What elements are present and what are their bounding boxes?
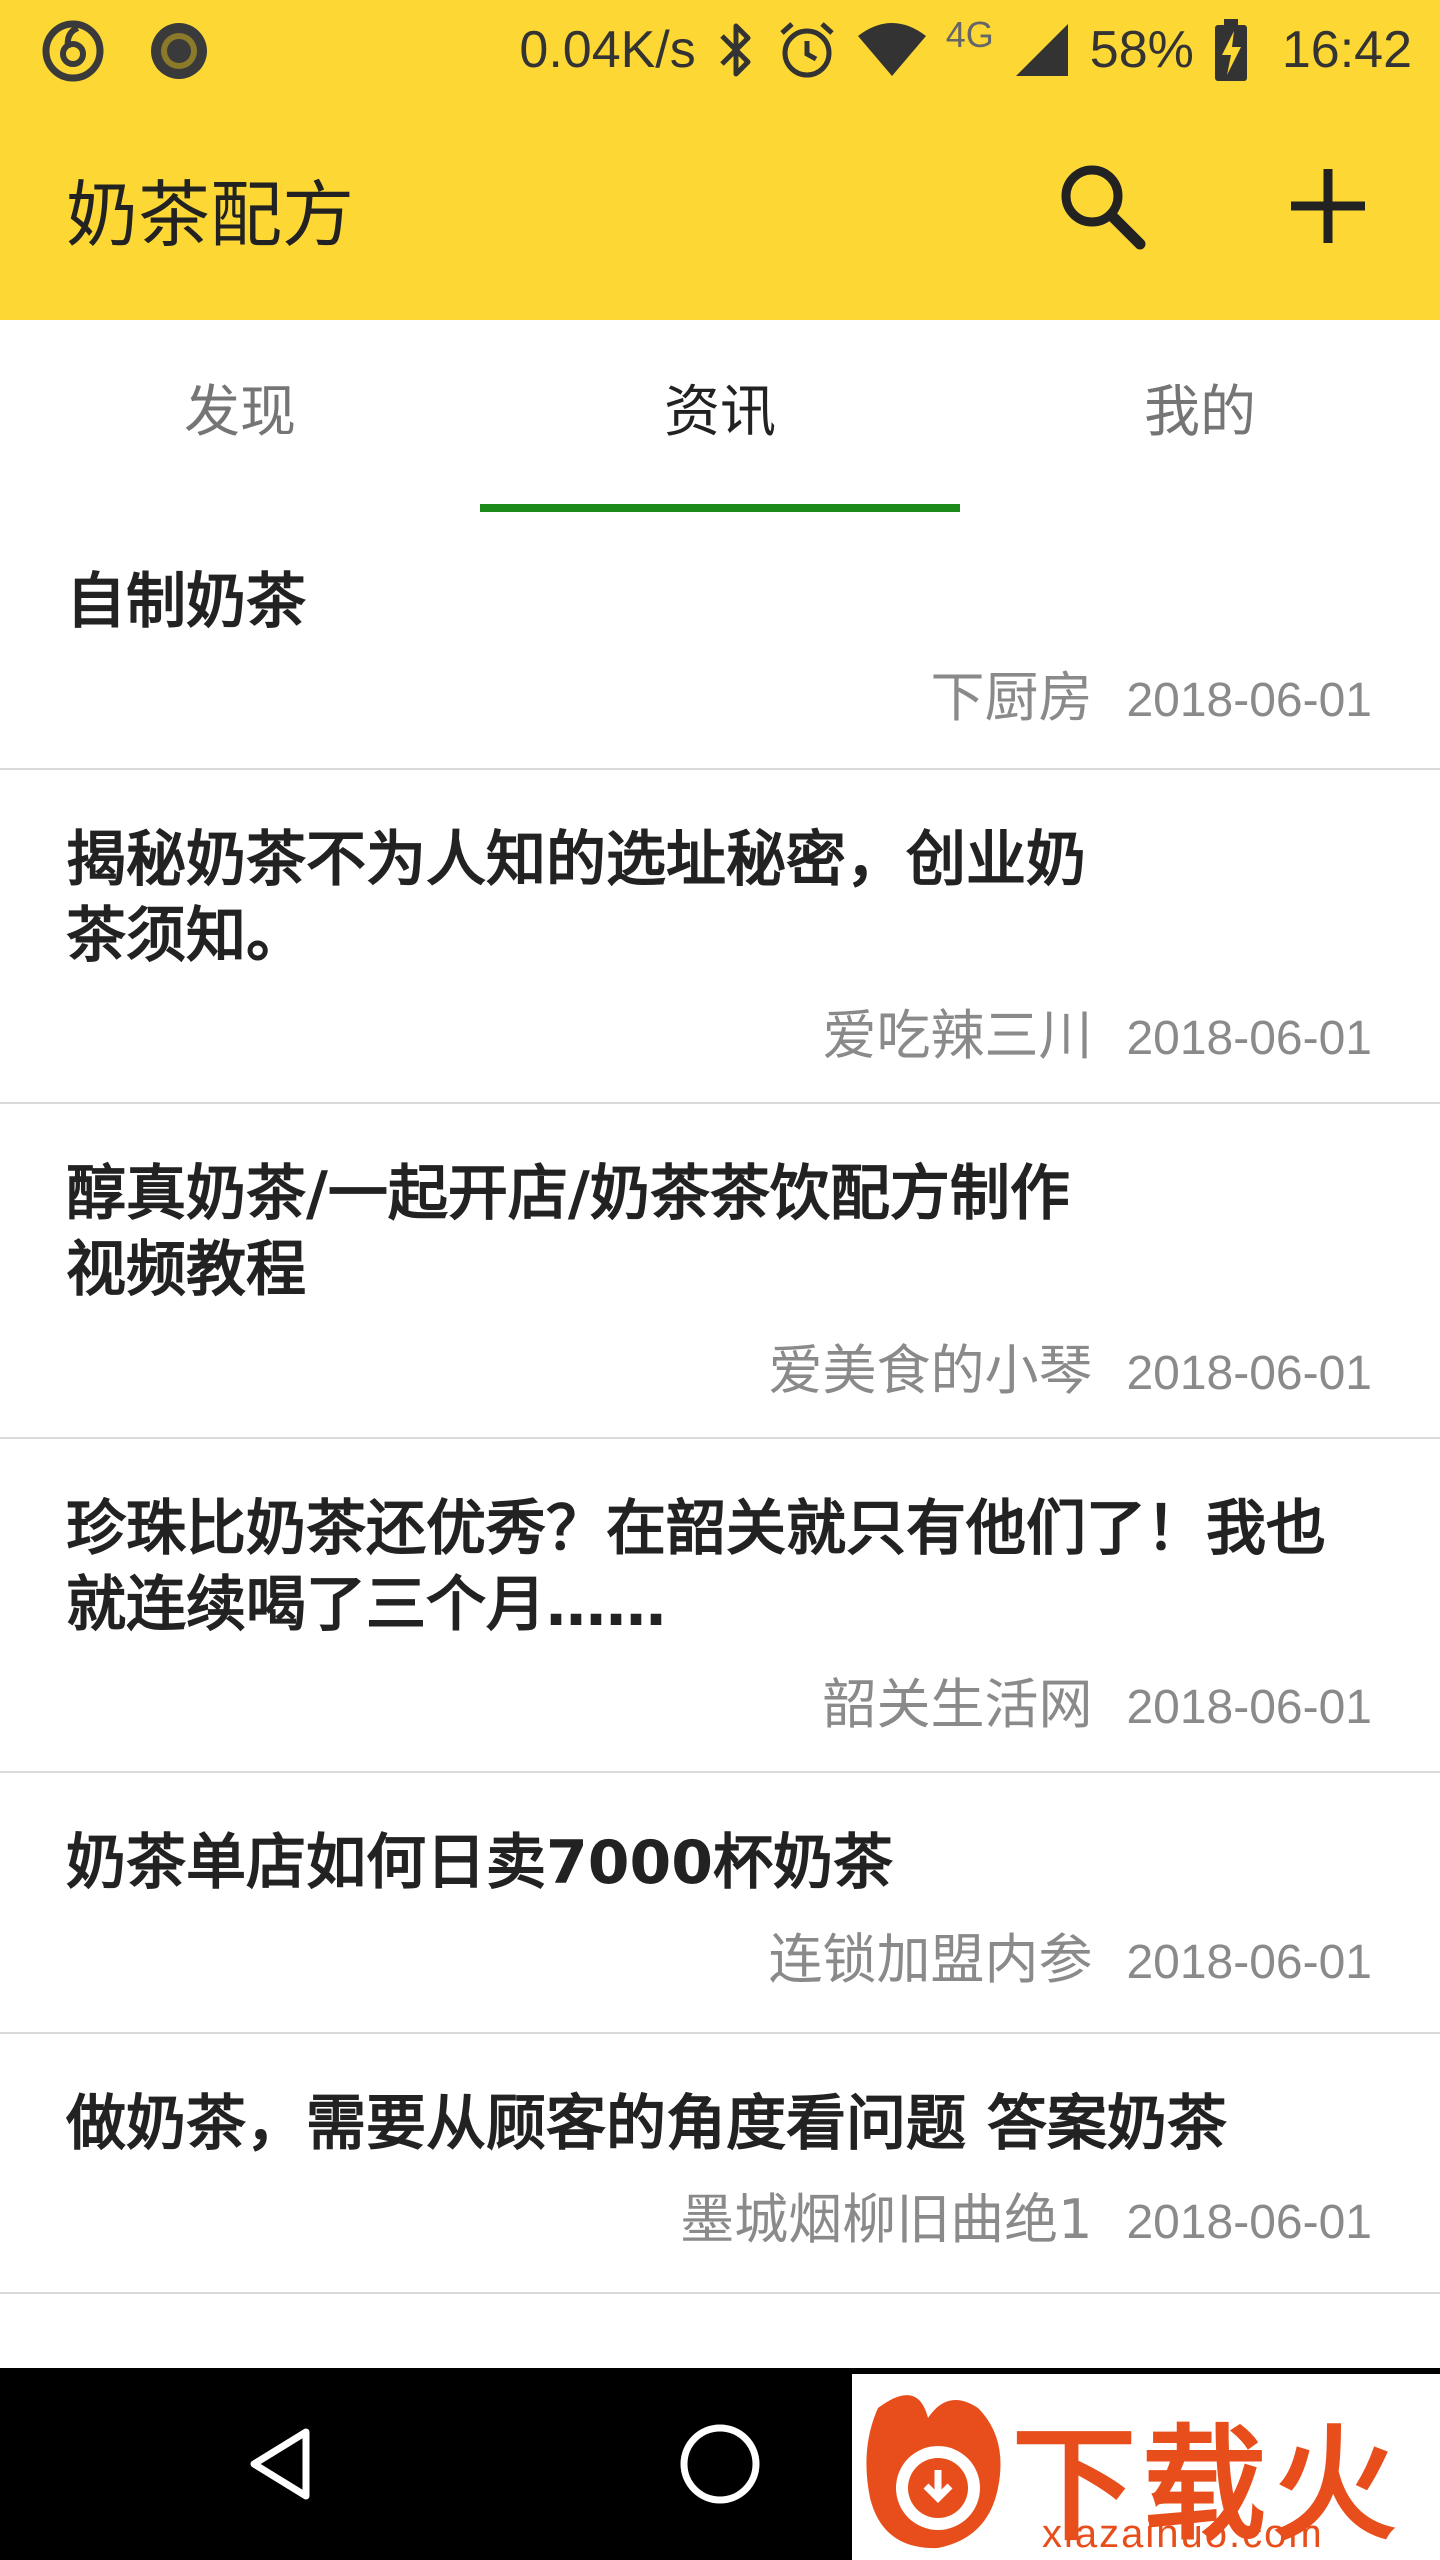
- status-notification-icons: [40, 18, 212, 88]
- media-record-icon: [146, 18, 212, 88]
- article-item[interactable]: 揭秘奶茶不为人知的选址秘密，创业奶茶须知。 爱吃辣三川 2018-06-01: [0, 770, 1440, 1104]
- plus-icon: [1291, 169, 1365, 243]
- article-date: 2018-06-01: [1126, 2196, 1372, 2249]
- article-title: 奶茶单店如何日卖7000杯奶茶: [66, 1828, 893, 1898]
- watermark-logo: 下载火 xiazaihuo.com: [852, 2374, 1440, 2560]
- article-meta: 韶关生活网 2018-06-01: [822, 1660, 1372, 1739]
- article-date: 2018-06-01: [1126, 674, 1372, 727]
- article-title: 做奶茶，需要从顾客的角度看问题 答案奶茶: [66, 2089, 1227, 2159]
- signal-icon: [1012, 20, 1072, 80]
- battery-percent: 58%: [1089, 21, 1194, 79]
- status-system-icons: 0.04K/s 4G 58% 16:42: [519, 0, 1412, 100]
- article-title: 醇真奶茶/一起开店/奶茶茶饮配方制作视频教程: [66, 1159, 1070, 1305]
- article-source: 连锁加盟内参: [768, 1928, 1093, 1991]
- article-meta: 墨城烟柳旧曲绝1 2018-06-01: [680, 2175, 1372, 2254]
- network-type: 4G: [945, 14, 994, 55]
- article-item[interactable]: 自制奶茶 下厨房 2018-06-01: [0, 512, 1440, 770]
- add-button[interactable]: [1268, 146, 1388, 266]
- alarm-icon: [776, 19, 838, 81]
- tab-discover[interactable]: 发现: [0, 320, 480, 512]
- bluetooth-icon: [714, 20, 758, 80]
- article-title: 珍珠比奶茶还优秀？在韶关就只有他们了！我也就连续喝了三个月……: [66, 1494, 1326, 1640]
- article-list: 自制奶茶 下厨房 2018-06-01 揭秘奶茶不为人知的选址秘密，创业奶茶须知…: [0, 512, 1440, 2414]
- status-bar: 0.04K/s 4G 58% 16:42: [0, 0, 1440, 100]
- article-source: 爱吃辣三川: [822, 1004, 1093, 1067]
- wifi-icon: [856, 22, 928, 78]
- article-title: 揭秘奶茶不为人知的选址秘密，创业奶茶须知。: [66, 825, 1086, 971]
- article-item[interactable]: 醇真奶茶/一起开店/奶茶茶饮配方制作视频教程 爱美食的小琴 2018-06-01: [0, 1104, 1440, 1439]
- search-button[interactable]: [1042, 146, 1162, 266]
- article-source: 爱美食的小琴: [768, 1339, 1093, 1402]
- article-item[interactable]: 奶茶单店如何日卖7000杯奶茶 连锁加盟内参 2018-06-01: [0, 1773, 1440, 2034]
- article-item[interactable]: 珍珠比奶茶还优秀？在韶关就只有他们了！我也就连续喝了三个月…… 韶关生活网 20…: [0, 1439, 1440, 1773]
- article-source: 墨城烟柳旧曲绝1: [680, 2188, 1093, 2251]
- clock: 16:42: [1281, 21, 1412, 79]
- article-source: 韶关生活网: [822, 1673, 1093, 1736]
- article-meta: 爱吃辣三川 2018-06-01: [822, 991, 1372, 1070]
- back-button[interactable]: [224, 2404, 344, 2524]
- app-toolbar: 奶茶配方: [0, 100, 1440, 320]
- home-circle-icon: [680, 2424, 760, 2504]
- tab-mine[interactable]: 我的: [960, 320, 1440, 512]
- article-meta: 爱美食的小琴 2018-06-01: [768, 1326, 1372, 1405]
- battery-charging-icon: [1212, 17, 1250, 83]
- flame-logo-icon: [866, 2395, 1001, 2549]
- article-meta: 连锁加盟内参 2018-06-01: [768, 1915, 1372, 1994]
- article-source: 下厨房: [930, 666, 1093, 729]
- network-speed: 0.04K/s: [519, 21, 696, 79]
- article-meta: 下厨房 2018-06-01: [930, 653, 1372, 732]
- article-date: 2018-06-01: [1126, 1681, 1372, 1734]
- article-date: 2018-06-01: [1126, 1347, 1372, 1400]
- article-date: 2018-06-01: [1126, 1936, 1372, 1989]
- article-item[interactable]: 做奶茶，需要从顾客的角度看问题 答案奶茶 墨城烟柳旧曲绝1 2018-06-01: [0, 2034, 1440, 2294]
- netease-music-icon: [40, 18, 106, 88]
- back-triangle-icon: [250, 2428, 310, 2500]
- article-date: 2018-06-01: [1126, 1012, 1372, 1065]
- tab-bar: 发现 资讯 我的: [0, 320, 1440, 512]
- watermark-domain: xiazaihuo.com: [1042, 2512, 1324, 2556]
- app-title: 奶茶配方: [66, 173, 355, 257]
- search-icon: [1061, 165, 1146, 250]
- tab-news[interactable]: 资讯: [480, 320, 960, 512]
- home-button[interactable]: [660, 2404, 780, 2524]
- article-title: 自制奶茶: [66, 567, 306, 637]
